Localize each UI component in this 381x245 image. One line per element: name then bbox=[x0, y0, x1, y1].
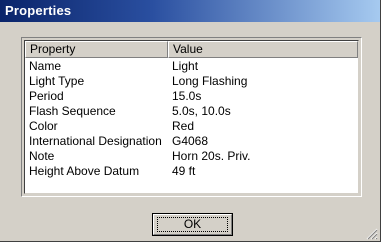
list-row-note[interactable]: Note Horn 20s. Priv. bbox=[25, 149, 358, 164]
property-cell: International Designation bbox=[29, 134, 162, 148]
ok-button[interactable]: OK bbox=[152, 213, 233, 236]
value-cell: Long Flashing bbox=[172, 74, 248, 88]
property-cell: Flash Sequence bbox=[29, 104, 116, 118]
list-row-height-above-datum[interactable]: Height Above Datum 49 ft bbox=[25, 164, 358, 179]
list-rows: Name Light Light Type Long Flashing Peri… bbox=[25, 59, 358, 179]
value-cell: 5.0s, 10.0s bbox=[172, 104, 231, 118]
property-cell: Note bbox=[29, 149, 55, 163]
properties-list[interactable]: Property Value Name Light Light Type Lon… bbox=[24, 40, 359, 194]
list-row-flash-sequence[interactable]: Flash Sequence 5.0s, 10.0s bbox=[25, 104, 358, 119]
list-row-name[interactable]: Name Light bbox=[25, 59, 358, 74]
value-cell: G4068 bbox=[172, 134, 209, 148]
property-cell: Period bbox=[29, 89, 64, 103]
column-header-property[interactable]: Property bbox=[25, 41, 168, 58]
list-row-light-type[interactable]: Light Type Long Flashing bbox=[25, 74, 358, 89]
value-cell: 49 ft bbox=[172, 164, 196, 178]
value-cell: Horn 20s. Priv. bbox=[172, 149, 251, 163]
list-header: Property Value bbox=[25, 41, 358, 58]
list-row-color[interactable]: Color Red bbox=[25, 119, 358, 134]
value-cell: Light bbox=[172, 59, 199, 73]
property-cell: Light Type bbox=[29, 74, 85, 88]
property-cell: Height Above Datum bbox=[29, 164, 140, 178]
ok-button-label: OK bbox=[183, 217, 202, 231]
list-row-period[interactable]: Period 15.0s bbox=[25, 89, 358, 104]
value-cell: Red bbox=[172, 119, 195, 133]
list-row-international-designation[interactable]: International Designation G4068 bbox=[25, 134, 358, 149]
property-cell: Color bbox=[29, 119, 58, 133]
column-header-value[interactable]: Value bbox=[168, 41, 358, 58]
window-title: Properties bbox=[5, 3, 72, 18]
resize-grip-icon[interactable] bbox=[366, 227, 378, 240]
value-cell: 15.0s bbox=[172, 89, 202, 103]
properties-dialog: Properties Property Value Name Light Lig… bbox=[0, 0, 381, 242]
title-bar[interactable]: Properties bbox=[0, 0, 380, 22]
property-cell: Name bbox=[29, 59, 62, 73]
